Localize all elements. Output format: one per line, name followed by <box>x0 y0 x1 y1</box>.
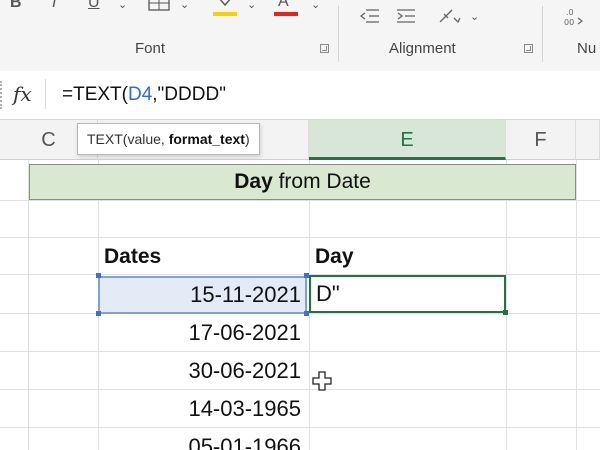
chevron-down-icon[interactable]: ⌄ <box>311 0 320 12</box>
ribbon: B I U ⌄ ⌄ ⌄ A ⌄ Font ⌄ Alignment .0 00 Nu <box>0 0 600 72</box>
gridline <box>28 160 29 450</box>
chevron-down-icon[interactable]: ⌄ <box>180 0 189 12</box>
font-color-icon[interactable]: A <box>278 0 289 10</box>
orientation-icon[interactable] <box>438 6 462 28</box>
chevron-down-icon[interactable]: ⌄ <box>470 10 479 24</box>
ribbon-separator <box>542 6 543 62</box>
ribbon-group-font-label: Font <box>135 40 166 57</box>
gridline <box>506 160 507 450</box>
number-format-icon[interactable]: .0 00 <box>562 6 586 30</box>
ribbon-group-number-label: Nu <box>577 40 597 57</box>
worksheet-grid[interactable]: C D E F Day from Date Dates Day 15-11-20… <box>0 120 600 450</box>
gridline <box>0 274 600 275</box>
alignment-dialog-launcher-icon[interactable] <box>524 44 533 53</box>
font-dialog-launcher-icon[interactable] <box>320 44 329 53</box>
chevron-down-icon[interactable]: ⌄ <box>118 0 127 12</box>
tooltip-suffix: ) <box>244 131 250 147</box>
fill-color-icon[interactable] <box>214 0 236 11</box>
date-cell[interactable]: 17-06-2021 <box>98 314 307 352</box>
day-header[interactable]: Day <box>315 245 354 269</box>
gridline <box>0 200 600 201</box>
underline-icon[interactable]: U <box>88 0 100 11</box>
sheet-title-cell[interactable]: Day from Date <box>29 164 576 200</box>
svg-text:.0: .0 <box>566 8 574 17</box>
formula-input[interactable]: =TEXT(D4,"DDDD" <box>62 84 226 106</box>
cell-select-cursor-icon <box>311 370 333 397</box>
borders-icon[interactable] <box>148 0 170 13</box>
decrease-indent-icon[interactable] <box>359 8 380 26</box>
formula-cell-reference: D4 <box>127 84 153 105</box>
fill-color-bar <box>213 12 237 16</box>
title-bold-text: Day <box>234 170 273 193</box>
date-cell-d4[interactable]: 15-11-2021 <box>98 276 307 314</box>
date-cell[interactable]: 05-01-1966 <box>98 428 307 450</box>
fill-handle[interactable] <box>503 310 508 315</box>
column-header-f[interactable]: F <box>506 120 576 160</box>
date-cell[interactable]: 14-03-1965 <box>98 390 307 428</box>
formula-suffix: ,"DDDD" <box>152 84 226 105</box>
date-cell[interactable]: 30-06-2021 <box>98 352 307 390</box>
ribbon-group-alignment-label: Alignment <box>389 40 456 57</box>
insert-function-icon[interactable]: fx <box>13 82 32 106</box>
italic-icon[interactable]: I <box>52 0 56 11</box>
tooltip-prefix: TEXT(value, <box>87 131 169 147</box>
increase-indent-icon[interactable] <box>396 8 416 26</box>
gridline <box>576 160 577 450</box>
selection-handle[interactable] <box>96 273 101 278</box>
formula-bar: fx =TEXT(D4,"DDDD" <box>0 71 600 120</box>
title-rest-text: from Date <box>272 170 371 193</box>
column-header-e[interactable]: E <box>309 120 506 160</box>
column-header-g[interactable] <box>576 120 600 160</box>
gridline <box>0 237 600 238</box>
dates-header[interactable]: Dates <box>104 245 161 269</box>
chevron-down-icon[interactable]: ⌄ <box>247 0 256 12</box>
font-color-bar <box>274 12 298 16</box>
svg-text:00: 00 <box>564 18 574 27</box>
tooltip-current-arg: format_text <box>168 131 245 147</box>
bold-icon[interactable]: B <box>10 0 22 11</box>
formula-prefix: =TEXT( <box>62 84 128 105</box>
ribbon-separator <box>338 6 339 62</box>
editing-cell-e4[interactable]: D" <box>309 275 506 313</box>
function-tooltip: TEXT(value, format_text) <box>77 123 260 155</box>
formula-bar-grip[interactable] <box>0 81 6 109</box>
formula-bar-divider <box>45 79 46 109</box>
